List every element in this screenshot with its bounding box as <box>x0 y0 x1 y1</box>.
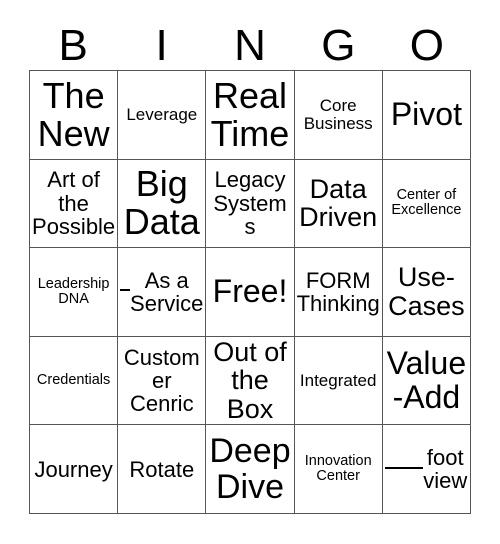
bingo-cell[interactable]: foot view <box>382 425 471 514</box>
bingo-cell-label: Data Driven <box>299 173 378 233</box>
bingo-cell[interactable]: As a Service <box>118 248 207 337</box>
bingo-cell[interactable]: Out of the Box <box>206 336 295 426</box>
bingo-cell-label: Integrated <box>299 370 377 390</box>
bingo-cell-label: Use-Cases <box>388 262 465 321</box>
bingo-cell[interactable]: Journey <box>30 425 119 514</box>
bingo-cell-label: foot view <box>423 444 468 494</box>
bingo-cell-label: Legacy Systems <box>213 167 287 240</box>
bingo-cell-label: Core Business <box>303 95 373 133</box>
bingo-cell-label: Journey <box>34 456 113 482</box>
bingo-cell[interactable]: Leverage <box>118 71 207 160</box>
bingo-cell-label: Customer Cenric <box>123 344 200 417</box>
bingo-cell-label: Innovation Center <box>304 452 372 485</box>
bingo-cell[interactable]: Real Time <box>206 71 295 160</box>
bingo-cell-label: Credentials <box>36 371 111 388</box>
bingo-cell-label: Leadership DNA <box>37 275 110 307</box>
bingo-cell-label: Value-Add <box>386 344 467 415</box>
bingo-cell[interactable]: Innovation Center <box>294 425 383 514</box>
bingo-cell-label: FORM Thinking <box>296 267 380 316</box>
bingo-cell-label: Real Time <box>210 74 290 154</box>
bingo-cell[interactable]: Leadership DNA <box>30 248 119 337</box>
bingo-cell-label: Rotate <box>129 456 195 482</box>
bingo-cell[interactable]: Credentials <box>30 336 119 426</box>
bingo-header-letter-g: G <box>321 21 356 70</box>
bingo-cell-label: Center of Excellence <box>391 187 462 219</box>
bingo-cell-label: Free! <box>212 273 288 310</box>
bingo-cell-label: Pivot <box>390 95 462 132</box>
bingo-cell-label: The New <box>37 74 110 154</box>
bingo-cell[interactable]: Rotate <box>118 425 207 514</box>
bingo-header: B I N G O <box>29 18 471 70</box>
bingo-cell-label: Big Data <box>123 163 200 243</box>
bingo-cell[interactable]: Legacy Systems <box>206 159 295 249</box>
bingo-cell-blank-line <box>120 289 131 292</box>
bingo-cell[interactable]: Deep Dive <box>206 425 295 514</box>
bingo-cell-label: Deep Dive <box>209 432 291 507</box>
bingo-cell-label: Leverage <box>126 104 198 124</box>
bingo-cell[interactable]: The New <box>30 71 119 160</box>
bingo-cell[interactable]: Pivot <box>382 71 471 160</box>
bingo-cell-label: Out of the Box <box>213 336 287 424</box>
bingo-cell[interactable]: Core Business <box>294 71 383 160</box>
bingo-cell[interactable]: Big Data <box>118 159 207 249</box>
bingo-header-letter-o: O <box>409 21 444 70</box>
bingo-cell[interactable]: Customer Cenric <box>118 336 207 426</box>
bingo-header-letter-i: I <box>155 21 168 70</box>
bingo-cell[interactable]: Value-Add <box>382 336 471 426</box>
bingo-cell[interactable]: Art of the Possible <box>30 159 119 249</box>
bingo-cell-blank-line <box>384 466 423 469</box>
bingo-header-letter-b: B <box>58 21 88 70</box>
bingo-cell[interactable]: Use-Cases <box>382 248 471 337</box>
bingo-card: B I N G O The New Leverage Real Time Core B… <box>0 0 500 544</box>
bingo-grid: The New Leverage Real Time Core Business Piv… <box>29 70 471 514</box>
bingo-cell-label: As a Service <box>130 267 204 316</box>
bingo-cell[interactable]: Integrated <box>294 336 383 426</box>
bingo-cell[interactable]: Free! <box>206 248 295 337</box>
bingo-cell[interactable]: Center of Excellence <box>382 159 471 249</box>
bingo-cell-label: Art of the Possible <box>32 167 116 240</box>
bingo-cell[interactable]: FORM Thinking <box>294 248 383 337</box>
bingo-header-letter-n: N <box>234 21 266 70</box>
bingo-cell[interactable]: Data Driven <box>294 159 383 249</box>
